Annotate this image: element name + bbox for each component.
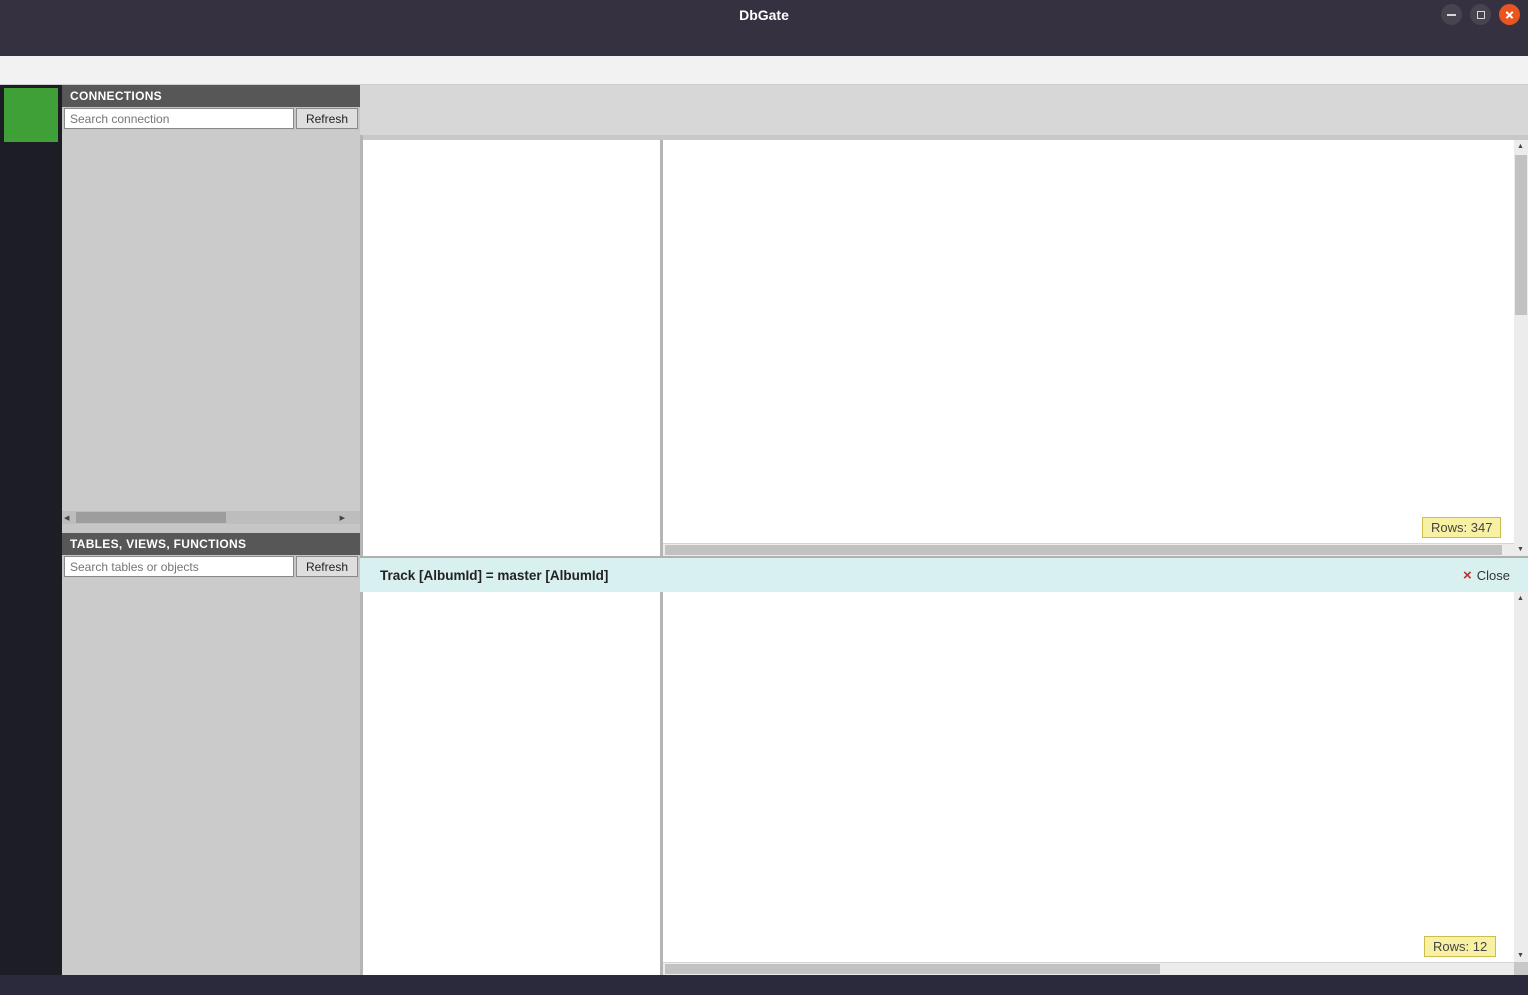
left-sidebar: CONNECTIONS Refresh ◀ ▶ TABLES, VIEWS, F… (62, 85, 360, 975)
tab-bar (360, 85, 1528, 135)
connections-hscrollbar[interactable]: ◀ ▶ (62, 511, 360, 524)
connections-view-button[interactable] (4, 88, 58, 142)
tables-search-input[interactable] (64, 556, 294, 577)
track-grid-hscrollbar[interactable] (663, 962, 1514, 975)
connections-search-input[interactable] (64, 108, 294, 129)
dbgate-window: DbGate CONNECTIONS Refresh ◀ ▶ TABLES, V… (0, 0, 1528, 995)
connections-header: CONNECTIONS (62, 85, 360, 107)
track-columns-panel (363, 592, 663, 975)
window-title: DbGate (739, 7, 789, 23)
connections-search-row: Refresh (62, 107, 360, 130)
close-reference-button[interactable]: × Close (1463, 567, 1510, 584)
tables-search-row: Refresh (62, 555, 360, 578)
tables-header: TABLES, VIEWS, FUNCTIONS (62, 533, 360, 555)
album-data-grid (663, 140, 1514, 543)
toolbar (0, 56, 1528, 85)
close-button[interactable] (1499, 4, 1520, 25)
connections-list (62, 130, 360, 511)
track-row-count-badge: Rows: 12 (1424, 936, 1497, 957)
maximize-button[interactable] (1470, 4, 1491, 25)
album-grid-vscrollbar[interactable]: ▲ ▼ (1514, 140, 1528, 556)
reference-title: Track [AlbumId] = master [AlbumId] (380, 567, 609, 583)
window-controls (1441, 4, 1520, 25)
files-view-button[interactable] (4, 164, 58, 208)
tables-list (62, 578, 360, 975)
track-data-grid (663, 592, 1514, 962)
minimize-button[interactable] (1441, 4, 1462, 25)
close-icon: × (1462, 566, 1472, 584)
titlebar: DbGate (0, 0, 1528, 30)
track-grid-vscrollbar[interactable]: ▲ ▼ (1514, 592, 1528, 962)
reference-bar: Track [AlbumId] = master [AlbumId] × Clo… (360, 556, 1528, 592)
album-columns-panel (363, 140, 663, 556)
status-bar (0, 975, 1528, 995)
album-row-count-badge: Rows: 347 (1422, 517, 1502, 538)
connections-refresh-button[interactable]: Refresh (295, 108, 358, 129)
activity-bar (0, 85, 62, 975)
menubar (0, 30, 1528, 56)
album-grid-hscrollbar[interactable] (663, 543, 1514, 556)
tables-refresh-button[interactable]: Refresh (295, 556, 358, 577)
